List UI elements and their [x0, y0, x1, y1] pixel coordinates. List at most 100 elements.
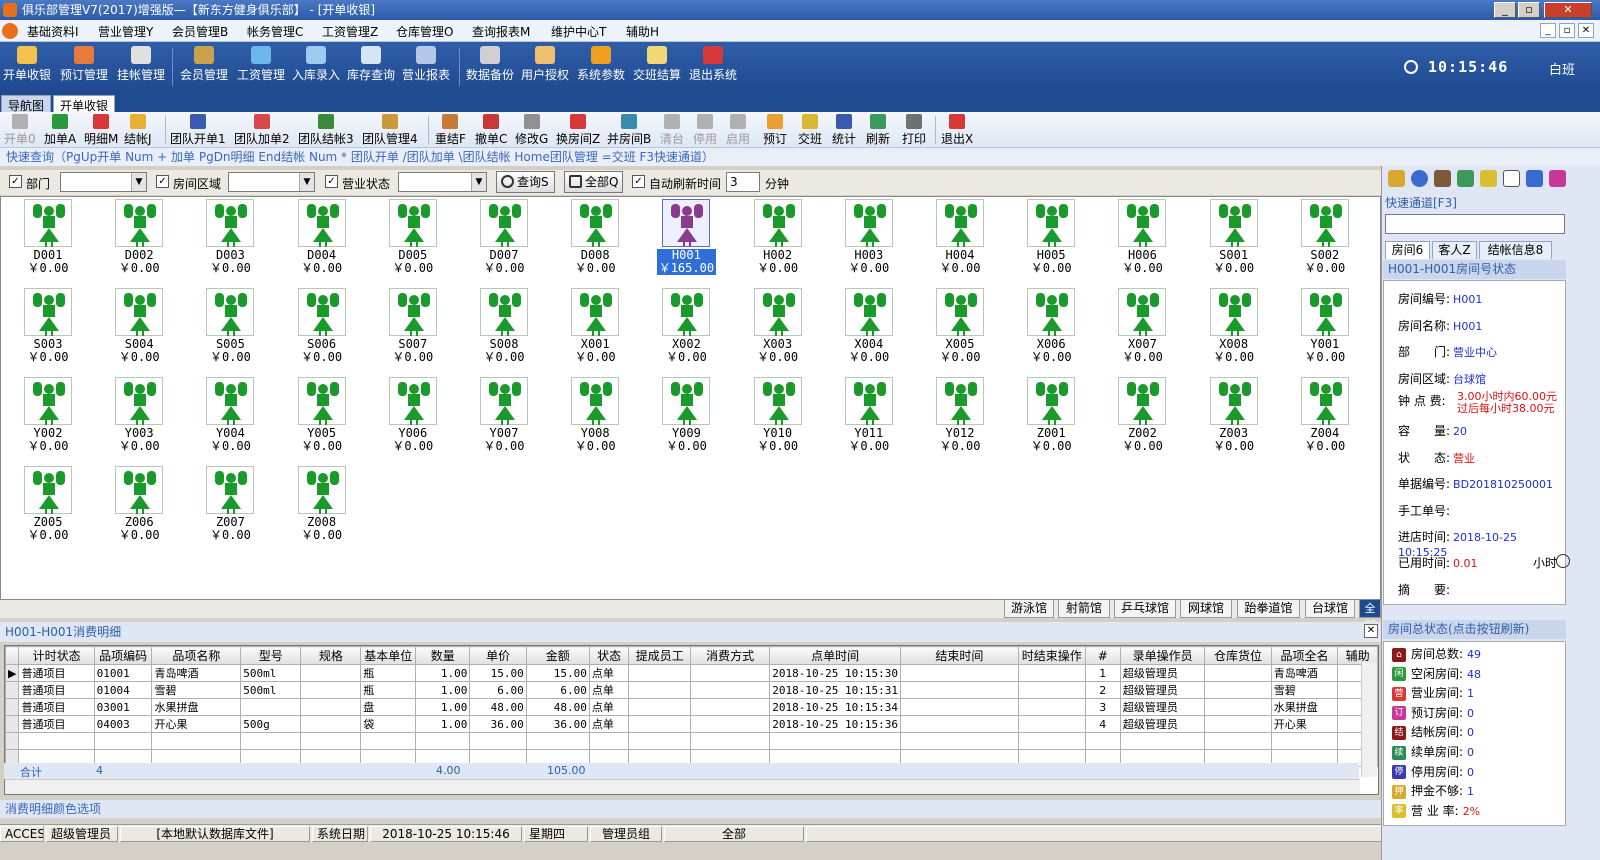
calendar-icon[interactable] [1503, 170, 1520, 187]
toolbar-stats-button[interactable]: 统计 [832, 114, 856, 147]
room-tile[interactable]: Y005 ￥0.00 [287, 377, 357, 463]
toolbar-add-bill-button[interactable]: 加单A [44, 114, 76, 147]
room-tile[interactable]: H001 ￥165.00 [651, 199, 721, 285]
column-header[interactable]: 数量 [415, 646, 471, 665]
column-header[interactable]: 录单操作员 [1119, 646, 1206, 665]
toolbar-checkout-button[interactable]: 结帐J [124, 114, 152, 147]
quick-access-input[interactable] [1385, 214, 1565, 234]
detail-close-button[interactable]: ✕ [1364, 624, 1378, 638]
column-header[interactable]: # [1084, 646, 1121, 665]
room-tile[interactable]: D008 ￥0.00 [560, 199, 630, 285]
mdi-restore-button[interactable]: ▫ [1559, 23, 1575, 38]
toolbar-edit-button[interactable]: 修改G [515, 114, 548, 147]
summary-row[interactable]: 结结帐房间: 0 [1392, 723, 1474, 741]
tab-open-bill[interactable]: 开单收银 [53, 95, 116, 113]
room-tile[interactable]: Y002 ￥0.00 [13, 377, 83, 463]
room-tile[interactable]: H002 ￥0.00 [743, 199, 813, 285]
room-tile[interactable]: X006 ￥0.00 [1016, 288, 1086, 374]
room-tile[interactable]: H006 ￥0.00 [1107, 199, 1177, 285]
room-tile[interactable]: Y012 ￥0.00 [925, 377, 995, 463]
tab-all[interactable]: 全部 [1359, 600, 1381, 632]
tag-icon[interactable] [1549, 170, 1566, 187]
room-tile[interactable]: S005 ￥0.00 [195, 288, 265, 374]
room-tile[interactable]: S004 ￥0.00 [104, 288, 174, 374]
column-header[interactable]: 仓库货位 [1204, 646, 1272, 665]
credit-button[interactable]: 挂帐管理 [117, 46, 165, 83]
toolbar-refresh-button[interactable]: 刷新 [866, 114, 890, 147]
menu-help[interactable]: 辅助H [626, 23, 659, 40]
summary-row[interactable]: 率营 业 率: 2% [1392, 802, 1480, 820]
close-button[interactable]: ✕ [1544, 2, 1592, 18]
toolbar-cancel-bill-button[interactable]: 撤单C [475, 114, 507, 147]
toolbar-change-room-button[interactable]: 换房间Z [556, 114, 600, 147]
mdi-close-button[interactable]: ✕ [1578, 23, 1594, 38]
menu-accounts[interactable]: 帐务管理C [247, 23, 303, 40]
vertical-scrollbar[interactable] [1361, 662, 1377, 777]
menu-basic-data[interactable]: 基础资料I [27, 23, 79, 40]
toolbar-reserve-button[interactable]: 预订 [763, 114, 787, 147]
tab-pingpong[interactable]: 乒乓球馆 [1114, 600, 1176, 618]
room-tile[interactable]: D007 ￥0.00 [469, 199, 539, 285]
room-tile[interactable]: S001 ￥0.00 [1199, 199, 1269, 285]
column-header[interactable]: 品项全名 [1270, 646, 1339, 665]
open-bill-button[interactable]: 开单收银 [3, 46, 51, 83]
authorize-button[interactable]: 用户授权 [521, 46, 569, 83]
room-tile[interactable]: Y006 ￥0.00 [378, 377, 448, 463]
toolbar-merge-room-button[interactable]: 并房间B [607, 114, 651, 147]
column-header[interactable]: 品项编码 [93, 646, 153, 665]
menu-business[interactable]: 营业管理Y [98, 23, 153, 40]
dept-checkbox[interactable]: ✓ [9, 175, 22, 188]
filter-icon[interactable] [1388, 170, 1405, 187]
summary-row[interactable]: 停停用房间: 0 [1392, 763, 1474, 781]
column-header[interactable]: 计时状态 [18, 646, 95, 665]
column-header[interactable]: 状态 [588, 646, 630, 665]
room-tile[interactable]: D005 ￥0.00 [378, 199, 448, 285]
room-tile[interactable]: Z003 ￥0.00 [1199, 377, 1269, 463]
menu-maintenance[interactable]: 维护中心T [551, 23, 606, 40]
menu-reports[interactable]: 查询报表M [472, 23, 530, 40]
toolbar-exit-button[interactable]: 退出X [941, 114, 973, 147]
table-row[interactable]: 普通项目 04003 开心果 500g 袋 1.00 36.00 36.00 点单 2018-10… [5, 715, 1378, 733]
table-row[interactable]: ▶ 普通项目 01001 青岛啤酒 500ml 瓶 1.00 15.00 15.00 点单 2018… [5, 664, 1378, 682]
room-tile[interactable]: Z002 ￥0.00 [1107, 377, 1177, 463]
room-tile[interactable]: Y007 ￥0.00 [469, 377, 539, 463]
room-tile[interactable]: Y011 ￥0.00 [834, 377, 904, 463]
room-tile[interactable]: D001 ￥0.00 [13, 199, 83, 285]
summary-row[interactable]: 营营业房间: 1 [1392, 684, 1474, 702]
summary-row[interactable]: 押押金不够: 1 [1392, 782, 1474, 800]
room-tile[interactable]: S002 ￥0.00 [1290, 199, 1360, 285]
toolbar-team-checkout-button[interactable]: 团队结帐3 [298, 114, 354, 147]
table-row[interactable]: 普通项目 03001 水果拼盘盘 1.00 48.00 48.00 点单 2018-10-25… [5, 698, 1378, 716]
column-header[interactable]: 结束时间 [900, 646, 1019, 665]
status-select[interactable]: ▼ [398, 172, 487, 192]
toolbar-shift-button[interactable]: 交班 [798, 114, 822, 147]
toolbar-print-button[interactable]: 打印 [902, 114, 926, 147]
stock-in-button[interactable]: 入库录入 [292, 46, 340, 83]
room-tile[interactable]: Y008 ￥0.00 [560, 377, 630, 463]
room-tile[interactable]: Y001 ￥0.00 [1290, 288, 1360, 374]
backup-button[interactable]: 数据备份 [466, 46, 514, 83]
column-header[interactable]: 规格 [300, 646, 362, 665]
refresh-icon[interactable] [1411, 170, 1428, 187]
column-header[interactable]: 时结束操作 [1017, 646, 1086, 665]
summary-row[interactable]: 续续单房间: 0 [1392, 743, 1474, 761]
tab-guest[interactable]: 客人Z [1432, 241, 1477, 259]
maximize-button[interactable]: ▫ [1518, 2, 1540, 18]
report-button[interactable]: 营业报表 [402, 46, 450, 83]
all-button[interactable]: 全部Q [564, 171, 623, 193]
summary-row[interactable]: 订预订房间: 0 [1392, 704, 1474, 722]
room-tile[interactable]: Y003 ￥0.00 [104, 377, 174, 463]
room-tile[interactable]: D002 ￥0.00 [104, 199, 174, 285]
room-tile[interactable]: H003 ￥0.00 [834, 199, 904, 285]
room-tile[interactable]: H004 ￥0.00 [925, 199, 995, 285]
room-tile[interactable]: Z007 ￥0.00 [195, 466, 265, 552]
room-tile[interactable]: Z008 ￥0.00 [287, 466, 357, 552]
member-button[interactable]: 会员管理 [180, 46, 228, 83]
area-checkbox[interactable]: ✓ [156, 175, 169, 188]
room-tile[interactable]: S007 ￥0.00 [378, 288, 448, 374]
room-tile[interactable]: X002 ￥0.00 [651, 288, 721, 374]
summary-row[interactable]: 闲空闲房间: 48 [1392, 665, 1481, 683]
column-header[interactable]: 单价 [469, 646, 527, 665]
room-tile[interactable]: X004 ￥0.00 [834, 288, 904, 374]
room-tile[interactable]: X001 ￥0.00 [560, 288, 630, 374]
